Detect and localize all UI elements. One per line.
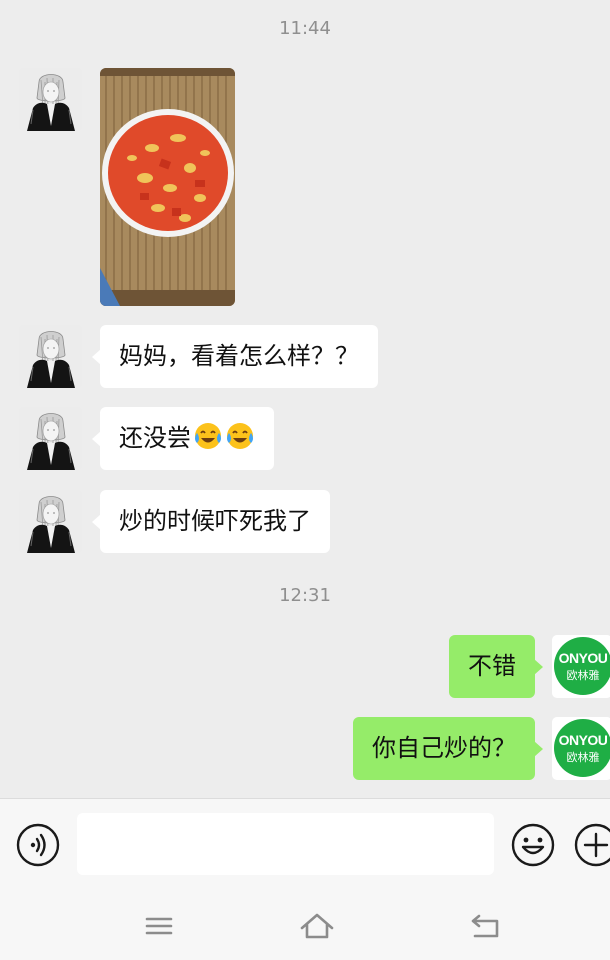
emoji-icon[interactable] [511, 823, 555, 867]
input-bar [0, 798, 610, 892]
self-avatar[interactable]: ONYOU 欧林雅 [552, 635, 610, 698]
menu-icon[interactable] [141, 910, 177, 942]
message-input[interactable] [77, 813, 494, 875]
contact-avatar[interactable] [19, 407, 82, 470]
back-icon[interactable] [467, 910, 503, 942]
tears-of-joy-emoji [227, 423, 253, 449]
tears-of-joy-emoji [195, 423, 221, 449]
outgoing-message[interactable]: 你自己炒的？ [353, 717, 543, 780]
message-text: 还没尝 [119, 424, 191, 452]
contact-avatar[interactable] [19, 490, 82, 553]
food-photo[interactable] [100, 68, 235, 306]
incoming-message[interactable]: 炒的时候吓死我了 [92, 490, 330, 553]
contact-avatar[interactable] [19, 325, 82, 388]
brand-logo: ONYOU 欧林雅 [554, 637, 610, 695]
outgoing-message[interactable]: 不错 [449, 635, 543, 698]
voice-icon[interactable] [16, 823, 60, 867]
incoming-message[interactable]: 还没尝 [92, 407, 274, 470]
self-avatar[interactable]: ONYOU 欧林雅 [552, 717, 610, 780]
home-icon[interactable] [299, 910, 335, 942]
timestamp: 12:31 [279, 585, 331, 606]
incoming-message[interactable]: 妈妈，看着怎么样？？ [92, 325, 378, 388]
contact-avatar[interactable] [19, 68, 82, 131]
brand-logo: ONYOU 欧林雅 [554, 719, 610, 777]
timestamp: 11:44 [279, 18, 331, 39]
system-nav-bar [0, 892, 610, 960]
plus-icon[interactable] [574, 823, 610, 867]
